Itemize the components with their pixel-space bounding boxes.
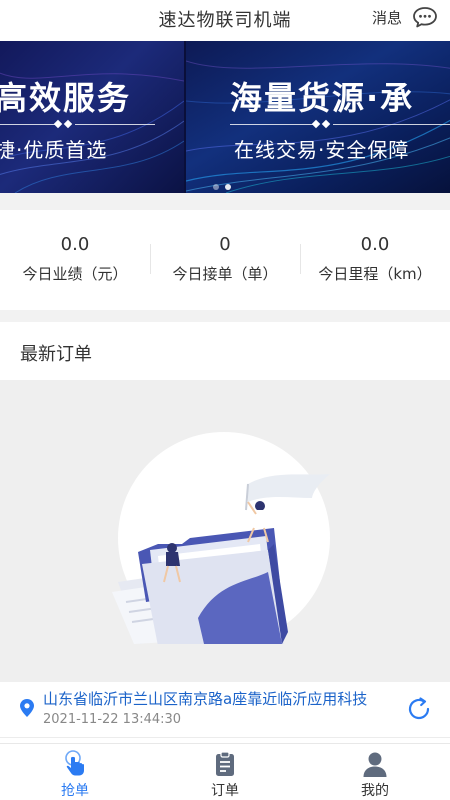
today-stats: 0.0 今日业绩（元） 0 今日接单（单） 0.0 今日里程（km） xyxy=(0,210,450,310)
banner-slide-subtitle: 在线交易·安全保障 xyxy=(234,138,410,162)
tab-grab-order[interactable]: 抢单 xyxy=(0,744,150,800)
tab-label: 订单 xyxy=(211,783,239,799)
stat-orders: 0 今日接单（单） xyxy=(150,210,300,310)
stat-label: 今日里程（km） xyxy=(318,265,432,283)
orders-empty-area xyxy=(0,380,450,682)
user-icon xyxy=(363,752,387,777)
tab-orders[interactable]: 订单 xyxy=(150,744,300,800)
stat-value: 0.0 xyxy=(60,234,90,255)
stat-label: 今日接单（单） xyxy=(172,265,278,283)
banner-slide-previous[interactable]: 高效服务 捷·优质首选 xyxy=(0,41,184,193)
tap-hand-icon xyxy=(65,750,84,776)
app-header: 速达物联司机端 消息 xyxy=(0,0,450,40)
location-pin-icon xyxy=(20,699,34,717)
banner-divider xyxy=(333,124,450,125)
banner-diamonds xyxy=(53,119,73,129)
banner-slide-subtitle: 捷·优质首选 xyxy=(0,138,108,162)
section-gap xyxy=(0,193,450,210)
banner-divider xyxy=(0,124,55,125)
order-address: 山东省临沂市兰山区南京路a座靠近临沂应用科技 xyxy=(43,690,368,708)
order-time: 2021-11-22 13:44:30 xyxy=(43,712,182,727)
banner-slide-title: 海量货源·承 xyxy=(230,79,415,117)
banner-divider xyxy=(75,124,155,125)
banner-divider xyxy=(230,124,314,125)
empty-folder-illustration xyxy=(112,432,330,644)
carousel-indicator xyxy=(213,184,231,190)
carousel-dot-active[interactable] xyxy=(225,184,231,190)
messages-label: 消息 xyxy=(371,8,402,27)
refresh-icon[interactable] xyxy=(405,695,433,723)
clipboard-icon xyxy=(216,751,234,776)
tab-label: 我的 xyxy=(361,783,389,799)
stat-label: 今日业绩（元） xyxy=(22,265,128,283)
banner-diamonds xyxy=(311,119,331,129)
stat-revenue: 0.0 今日业绩（元） xyxy=(0,210,150,310)
tab-profile[interactable]: 我的 xyxy=(300,744,450,800)
stat-mileage: 0.0 今日里程（km） xyxy=(300,210,450,310)
banner-slide-title: 高效服务 xyxy=(0,79,132,117)
carousel-dot[interactable] xyxy=(213,184,219,190)
section-gap xyxy=(0,310,450,322)
stat-value: 0 xyxy=(219,234,231,255)
order-card[interactable]: 山东省临沂市兰山区南京路a座靠近临沂应用科技 2021-11-22 13:44:… xyxy=(0,682,450,738)
chat-bubble-icon xyxy=(413,7,437,28)
stat-value: 0.0 xyxy=(360,234,390,255)
bottom-tab-bar: 抢单 订单 我的 xyxy=(0,743,450,800)
tab-label: 抢单 xyxy=(61,783,89,799)
banner-carousel[interactable]: 高效服务 捷·优质首选 海量货源·承 在线交易·安全保障 xyxy=(0,41,450,193)
messages-button[interactable]: 消息 xyxy=(372,6,438,28)
latest-orders-title: 最新订单 xyxy=(20,344,92,365)
banner-slide-current[interactable]: 海量货源·承 在线交易·安全保障 xyxy=(186,41,450,193)
